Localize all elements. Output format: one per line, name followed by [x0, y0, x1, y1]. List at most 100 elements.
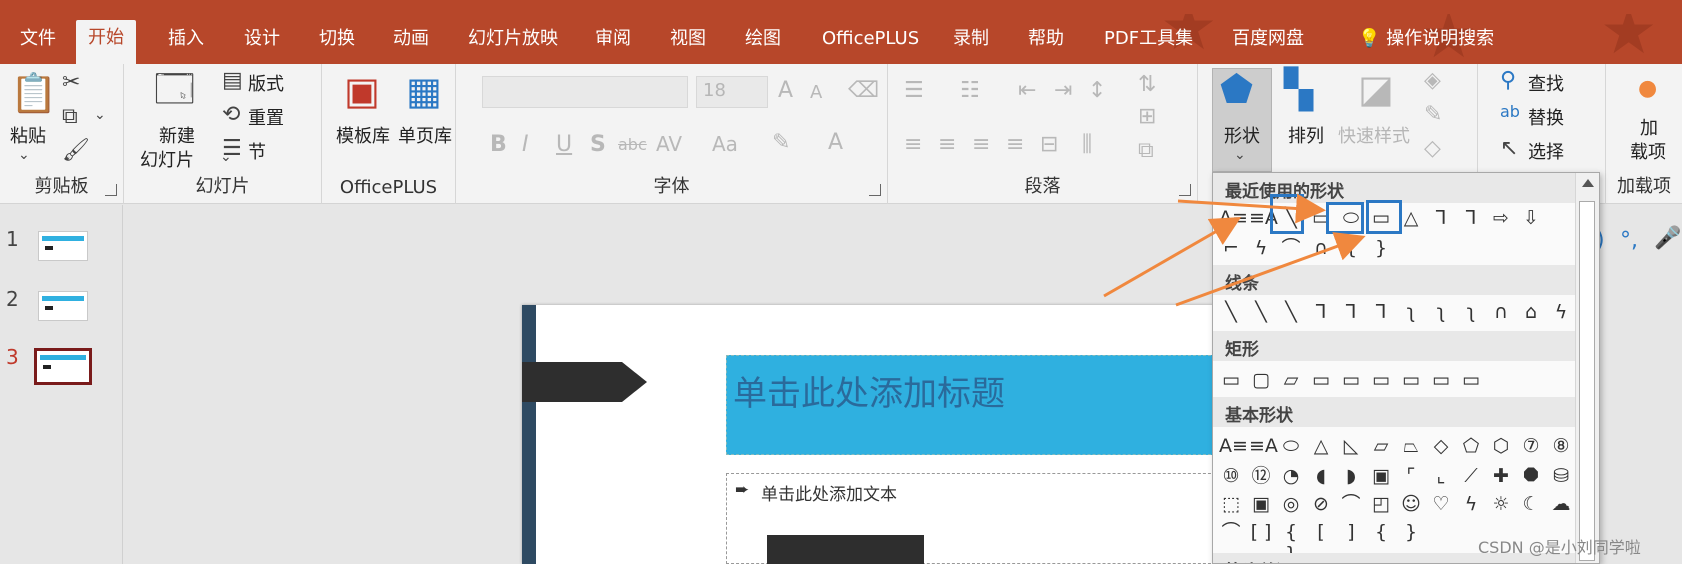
single-page-library-icon[interactable]: ▦	[406, 72, 442, 110]
justify-icon[interactable]: ≡	[1006, 134, 1024, 156]
chevron-down-icon[interactable]: ⌄	[18, 148, 30, 162]
tab-3[interactable]: 设计	[232, 26, 292, 64]
shape-option[interactable]: ◎	[1279, 493, 1303, 515]
shape-option[interactable]: ◖	[1309, 465, 1333, 487]
shape-option[interactable]: ⛁	[1549, 465, 1573, 487]
tab-4[interactable]: 切换	[307, 26, 367, 64]
shape-option[interactable]: ▢	[1249, 369, 1273, 391]
strikethrough-icon[interactable]: abc	[618, 137, 647, 153]
shape-option[interactable]: ⇨	[1489, 207, 1513, 229]
slide-thumbnail[interactable]	[38, 291, 88, 321]
tab-10[interactable]: OfficePLUS	[810, 26, 931, 64]
shape-option[interactable]: ☁	[1549, 493, 1573, 515]
increase-indent-icon[interactable]: ⇥	[1054, 80, 1072, 102]
shape-outline-icon[interactable]: ✎	[1424, 104, 1442, 126]
replace-button[interactable]: 替换	[1528, 104, 1564, 130]
copy-icon[interactable]: ⧉	[62, 106, 78, 128]
shape-option[interactable]: ╲	[1219, 301, 1243, 323]
arrange-button[interactable]: 排列	[1288, 122, 1324, 148]
template-library-button[interactable]: 模板库	[336, 122, 390, 148]
chevron-down-icon[interactable]: ⌄	[94, 108, 106, 122]
new-slide-button[interactable]: 新建	[159, 122, 195, 148]
reset-icon[interactable]: ⟲	[222, 104, 240, 126]
shape-option[interactable]: ╲	[1249, 301, 1273, 323]
quick-styles-icon[interactable]: ◪	[1358, 70, 1394, 108]
shape-option[interactable]: ⅂	[1339, 301, 1363, 323]
tab-12[interactable]: 帮助	[1016, 26, 1076, 64]
tell-me-search[interactable]: 💡 操作说明搜索	[1346, 26, 1506, 64]
decrease-indent-icon[interactable]: ⇤	[1018, 80, 1036, 102]
dialog-launcher-icon[interactable]	[869, 184, 881, 196]
font-size-select[interactable]: 18	[696, 76, 768, 108]
single-page-library-button[interactable]: 单页库	[398, 122, 452, 148]
shape-option[interactable]: ⑫	[1249, 465, 1273, 487]
shape-option[interactable]: ◺	[1339, 435, 1363, 457]
slide-thumbnail-selected[interactable]	[34, 348, 92, 385]
shapes-icon[interactable]: ⬟	[1220, 70, 1253, 108]
shape-option[interactable]: ◇	[1429, 435, 1453, 457]
new-slide-icon[interactable]: 🗔	[154, 70, 195, 108]
shape-option[interactable]: ▭	[1429, 369, 1453, 391]
align-right-icon[interactable]: ≡	[972, 134, 990, 156]
shape-option[interactable]: {	[1339, 237, 1363, 259]
scrollbar-thumb[interactable]	[1579, 201, 1595, 561]
shape-option[interactable]: ☼	[1489, 493, 1513, 515]
shape-option[interactable]: ⌐	[1219, 237, 1243, 259]
shape-option[interactable]: ✚	[1489, 465, 1513, 487]
select-icon[interactable]: ↖	[1500, 138, 1518, 160]
shape-option[interactable]: ♡	[1429, 493, 1453, 515]
character-spacing-icon[interactable]: AV	[656, 134, 682, 154]
tab-2[interactable]: 插入	[156, 26, 216, 64]
shape-option[interactable]: A≡	[1219, 207, 1248, 229]
shape-option[interactable]: ◔	[1279, 465, 1303, 487]
shape-option[interactable]: ⏢	[1399, 435, 1423, 457]
tab-0[interactable]: 文件	[8, 26, 68, 64]
shape-option[interactable]: }	[1369, 237, 1393, 259]
paste-icon[interactable]: 📋	[10, 74, 57, 112]
shape-option[interactable]: ⌞	[1429, 465, 1453, 487]
shape-option[interactable]: ▭	[1459, 369, 1483, 391]
shape-option[interactable]: ⌒	[1279, 237, 1303, 259]
shape-option[interactable]: ϟ	[1549, 301, 1573, 323]
reset-button[interactable]: 重置	[248, 104, 284, 130]
chevron-down-icon[interactable]: ⌄	[1234, 148, 1246, 162]
punctuation-icon[interactable]: °,	[1620, 228, 1638, 253]
highlight-icon[interactable]: ✎	[772, 132, 790, 154]
tab-7[interactable]: 审阅	[583, 26, 643, 64]
shape-option[interactable]: ▭	[1309, 369, 1333, 391]
section-button[interactable]: 节	[248, 138, 266, 164]
shape-option[interactable]: ⬠	[1459, 435, 1483, 457]
shape-option[interactable]: ⬭	[1279, 435, 1303, 457]
find-button[interactable]: 查找	[1528, 70, 1564, 96]
shape-option[interactable]: ∩	[1309, 237, 1333, 259]
new-slide-label[interactable]: 幻灯片	[140, 146, 194, 172]
shape-option[interactable]: ʅ	[1459, 301, 1483, 323]
tab-13[interactable]: PDF工具集	[1092, 26, 1205, 64]
shape-option[interactable]: ʅ	[1429, 301, 1453, 323]
shape-option[interactable]: ⅂	[1429, 207, 1453, 229]
shape-option[interactable]: ╲	[1279, 301, 1303, 323]
numbering-icon[interactable]: ☷	[960, 80, 980, 102]
align-text-icon[interactable]: ⊞	[1138, 106, 1156, 128]
dialog-launcher-icon[interactable]	[1179, 184, 1191, 196]
arrow-shape[interactable]	[522, 362, 647, 402]
shape-option[interactable]: [	[1309, 521, 1333, 543]
shape-option[interactable]: { }	[1279, 521, 1303, 563]
shape-option[interactable]: ⌜	[1399, 465, 1423, 487]
slide-thumbnail[interactable]	[38, 231, 88, 261]
align-left-icon[interactable]: ≡	[904, 134, 922, 156]
shape-option[interactable]: ▭	[1219, 369, 1243, 391]
rectangle-shape[interactable]	[767, 535, 924, 564]
shape-option[interactable]: ʅ	[1399, 301, 1423, 323]
scroll-up-icon[interactable]	[1582, 179, 1594, 187]
align-center-icon[interactable]: ≡	[938, 134, 956, 156]
tab-14[interactable]: 百度网盘	[1220, 26, 1316, 64]
shapes-button[interactable]: 形状	[1224, 122, 1260, 148]
shape-option[interactable]: ◰	[1369, 493, 1393, 515]
cut-icon[interactable]: ✂	[62, 72, 80, 94]
microphone-icon[interactable]: 🎤	[1654, 226, 1681, 251]
smartart-icon[interactable]: ⧉	[1138, 140, 1154, 162]
shape-option[interactable]: ▭	[1339, 369, 1363, 391]
columns-icon[interactable]: ⫼	[1082, 134, 1092, 156]
shape-option[interactable]: ⇩	[1519, 207, 1543, 229]
